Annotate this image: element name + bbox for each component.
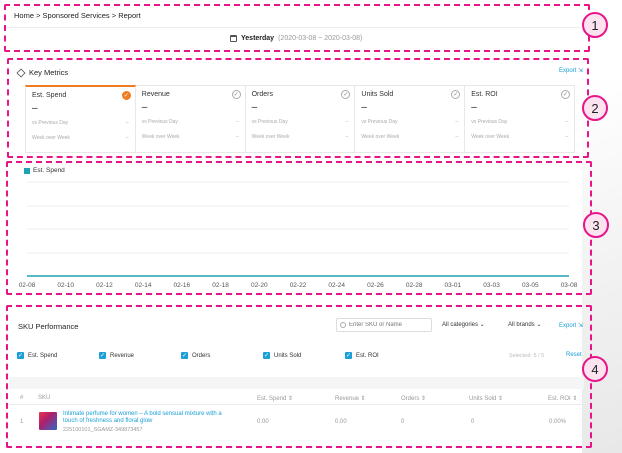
annotation-badge-2: 2 bbox=[582, 95, 608, 121]
annotation-badge-1: 1 bbox=[582, 12, 608, 38]
annotation-box-2 bbox=[7, 58, 589, 158]
annotation-box-4 bbox=[6, 305, 592, 448]
annotation-badge-3: 3 bbox=[583, 212, 609, 238]
annotation-badge-4: 4 bbox=[582, 356, 608, 382]
annotation-box-1 bbox=[4, 4, 590, 52]
annotation-box-3 bbox=[6, 161, 592, 295]
